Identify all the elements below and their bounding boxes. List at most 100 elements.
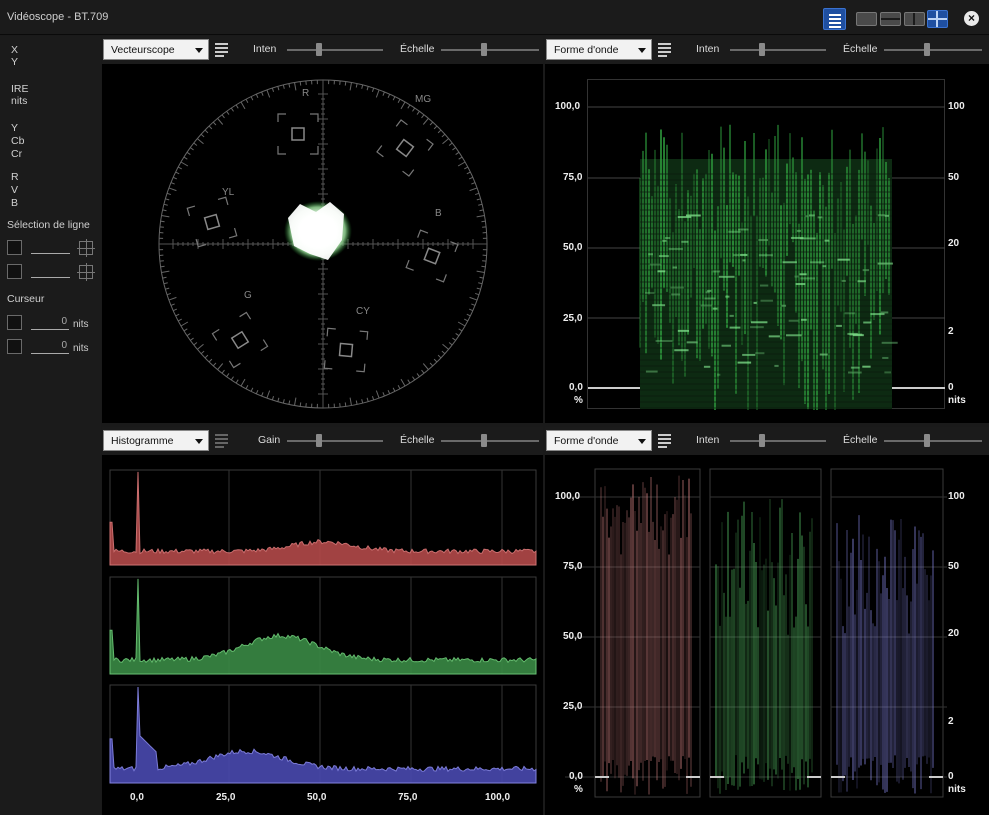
window-title: Vidéoscope - BT.709 — [7, 11, 109, 23]
layout-single-icon[interactable] — [856, 12, 877, 26]
scale-label: Échelle — [400, 43, 435, 55]
target-r — [277, 113, 319, 155]
scale-slider[interactable] — [884, 434, 982, 447]
wf-left-tick: 50,0 — [563, 631, 583, 642]
vectorscope-display: R MG YL B G CY — [158, 79, 488, 409]
wf-left-tick: 100,0 — [555, 491, 581, 502]
target-b — [405, 229, 459, 283]
gain-label: Gain — [258, 434, 281, 446]
target-label: R — [302, 88, 309, 99]
display-options-icon[interactable] — [658, 42, 674, 57]
line-selection-input-2[interactable] — [31, 264, 70, 278]
y-luma-label: Y — [11, 122, 19, 134]
scope-type-value: Forme d'onde — [554, 44, 619, 56]
line-selection-checkbox-1[interactable] — [7, 240, 22, 255]
slider-thumb[interactable] — [759, 43, 765, 56]
cr-label: Cr — [11, 148, 23, 160]
close-icon[interactable]: × — [964, 11, 979, 26]
wf-left-tick: 50,0 — [563, 242, 583, 253]
cb-label: Cb — [11, 135, 25, 147]
cursor-value-1[interactable]: 0 — [31, 316, 69, 330]
wf-right-unit: nits — [948, 395, 966, 406]
wf-right-tick: 2 — [948, 326, 954, 337]
scale-label: Échelle — [843, 434, 878, 446]
slider-thumb[interactable] — [481, 434, 487, 447]
wf-left-unit: % — [574, 784, 583, 795]
wf-left-tick: 0,0 — [569, 771, 583, 782]
wf-left-tick: 75,0 — [563, 561, 583, 572]
crosshair-icon[interactable] — [77, 239, 95, 257]
vectorscope-toolbar: Vecteurscope Inten Échelle — [102, 36, 543, 64]
scale-slider[interactable] — [441, 43, 539, 56]
layout-horizontal-split-icon[interactable] — [880, 12, 901, 26]
wf-left-tick: 25,0 — [563, 313, 583, 324]
target-label: B — [435, 208, 442, 219]
cursor-heading: Curseur — [7, 293, 45, 305]
r-label: R — [11, 171, 19, 183]
histogram-display — [109, 469, 537, 784]
hist-x-tick: 75,0 — [398, 792, 418, 803]
crosshair-icon[interactable] — [77, 263, 95, 281]
gain-slider[interactable] — [287, 434, 383, 447]
slider-thumb[interactable] — [924, 434, 930, 447]
chevron-down-icon — [638, 48, 646, 53]
line-selection-checkbox-2[interactable] — [7, 264, 22, 279]
intensity-label: Inten — [253, 43, 277, 55]
cursor-checkbox-2[interactable] — [7, 339, 22, 354]
intensity-label: Inten — [696, 43, 720, 55]
scale-label: Échelle — [843, 43, 878, 55]
cursor-checkbox-1[interactable] — [7, 315, 22, 330]
layout-quad-icon[interactable] — [927, 10, 948, 28]
cursor-unit-1: nits — [73, 319, 89, 330]
slider-thumb[interactable] — [924, 43, 930, 56]
slider-thumb[interactable] — [481, 43, 487, 56]
scope-type-select[interactable]: Vecteurscope — [103, 39, 209, 60]
intensity-slider[interactable] — [730, 43, 826, 56]
v-label: V — [11, 184, 19, 196]
slider-thumb[interactable] — [316, 43, 322, 56]
waveform-toolbar-rgb: Forme d'onde Inten Échelle — [545, 427, 989, 455]
wf-left-tick: 25,0 — [563, 701, 583, 712]
wf-right-tick: 100 — [948, 491, 965, 502]
scope-type-value: Vecteurscope — [111, 44, 175, 56]
scope-type-value: Forme d'onde — [554, 435, 619, 447]
x-label: X — [11, 44, 19, 56]
wf-right-tick: 100 — [948, 101, 965, 112]
scope-type-select[interactable]: Forme d'onde — [546, 39, 652, 60]
wf-right-unit: nits — [948, 784, 966, 795]
intensity-slider[interactable] — [730, 434, 826, 447]
scope-type-select[interactable]: Histogramme — [103, 430, 209, 451]
line-selection-input-1[interactable] — [31, 240, 70, 254]
wf-right-tick: 0 — [948, 382, 954, 393]
vectorscope-panel: Vecteurscope Inten Échelle R MG YL B G CY — [102, 36, 543, 423]
b-label: B — [11, 197, 19, 209]
wf-left-tick: 0,0 — [569, 382, 583, 393]
intensity-slider[interactable] — [287, 43, 383, 56]
chevron-down-icon — [195, 439, 203, 444]
menu-icon[interactable] — [823, 8, 846, 30]
display-options-icon[interactable] — [658, 433, 674, 448]
wf-right-tick: 2 — [948, 716, 954, 727]
scope-type-value: Histogramme — [111, 435, 174, 447]
wf-right-tick: 20 — [948, 238, 960, 249]
scale-slider[interactable] — [441, 434, 539, 447]
display-options-icon[interactable] — [215, 42, 231, 57]
scale-slider[interactable] — [884, 43, 982, 56]
cursor-value-2[interactable]: 0 — [31, 340, 69, 354]
intensity-label: Inten — [696, 434, 720, 446]
nits-label: nits — [11, 95, 28, 107]
hist-x-tick: 100,0 — [485, 792, 511, 803]
target-label: CY — [356, 306, 370, 317]
scope-type-select[interactable]: Forme d'onde — [546, 430, 652, 451]
ire-label: IRE — [11, 83, 29, 95]
target-yl — [186, 196, 238, 248]
slider-thumb[interactable] — [759, 434, 765, 447]
display-options-icon[interactable] — [215, 433, 231, 448]
layout-vertical-split-icon[interactable] — [904, 12, 925, 26]
wf-left-tick: 75,0 — [563, 172, 583, 183]
chevron-down-icon — [638, 439, 646, 444]
chevron-down-icon — [195, 48, 203, 53]
hist-x-tick: 50,0 — [307, 792, 327, 803]
wf-left-tick: 100,0 — [555, 101, 581, 112]
slider-thumb[interactable] — [316, 434, 322, 447]
